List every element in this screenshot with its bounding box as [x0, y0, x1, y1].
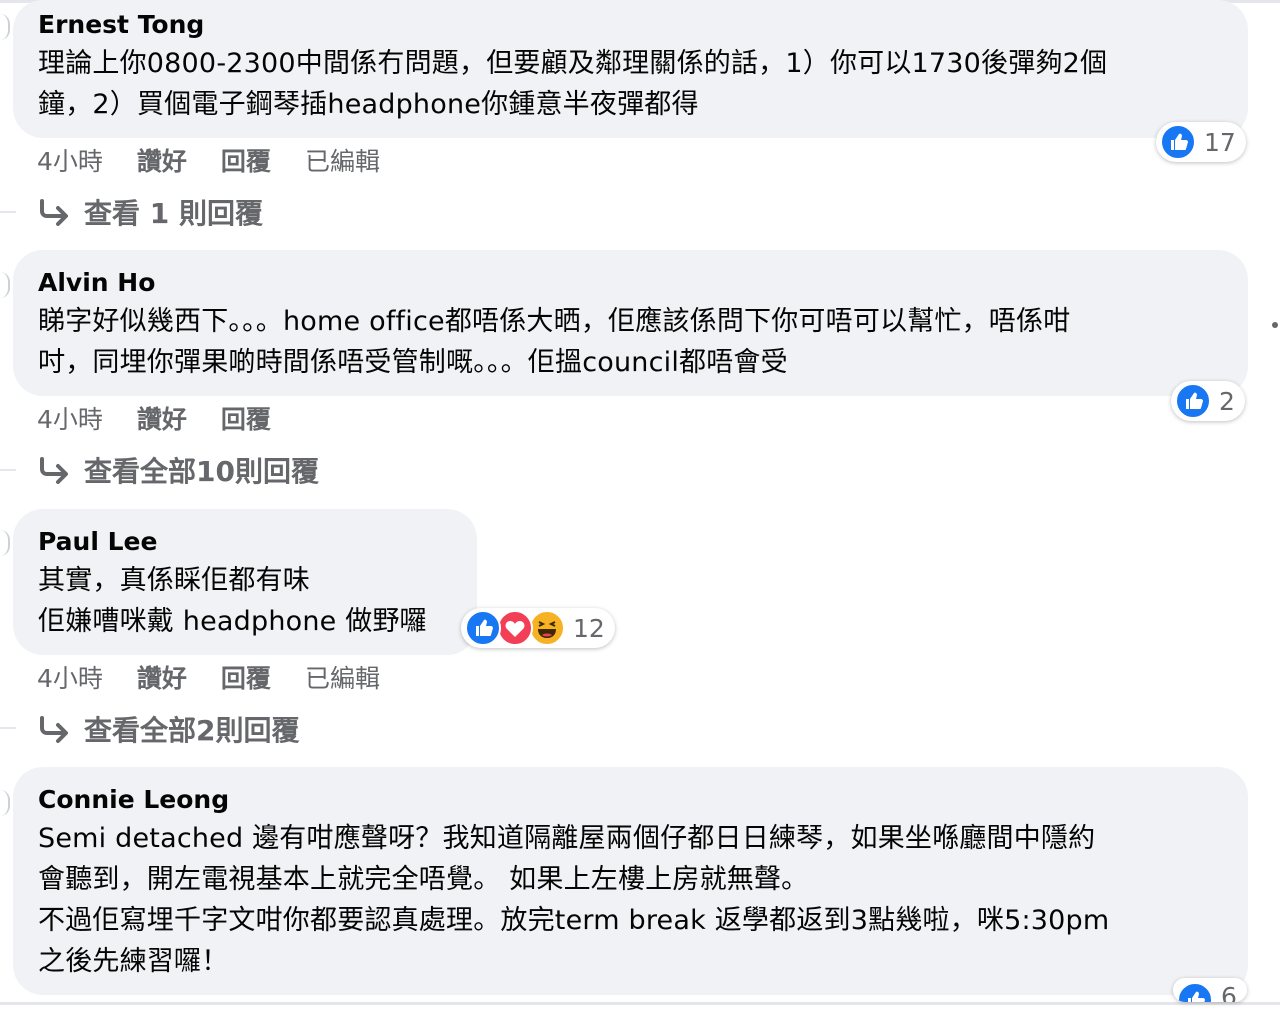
- comment-bubble: Ernest Tong 理論上你0800-2300中間係冇問題，但要顧及鄰理關係…: [13, 0, 1248, 138]
- reply-arrow-icon: [40, 457, 68, 484]
- edited-label[interactable]: 已編輯: [305, 142, 380, 178]
- like-reaction-icon: [1177, 982, 1213, 1002]
- comment-author[interactable]: Connie Leong: [38, 785, 1224, 815]
- bottom-divider: [0, 1002, 1280, 1005]
- comment-text: 其實，真係睬佢都有味 佢嫌嘈咪戴 headphone 做野囉: [38, 565, 427, 637]
- reaction-summary[interactable]: 2: [1171, 381, 1245, 421]
- haha-reaction-icon: [529, 610, 565, 646]
- comment-time[interactable]: 4小時: [37, 659, 103, 695]
- love-reaction-icon: [497, 610, 533, 646]
- view-replies-link[interactable]: 查看全部10則回覆: [38, 450, 319, 490]
- comment-author[interactable]: Paul Lee: [38, 527, 453, 557]
- like-reaction-icon: [465, 610, 501, 646]
- view-replies-link[interactable]: 查看全部2則回覆: [38, 709, 299, 749]
- reply-button[interactable]: 回覆: [221, 400, 271, 436]
- reply-arrow-icon: [40, 716, 68, 743]
- thread-line-edge: [0, 272, 10, 298]
- comment-bubble: Paul Lee 其實，真係睬佢都有味 佢嫌嘈咪戴 headphone 做野囉: [13, 509, 477, 655]
- like-button[interactable]: 讚好: [137, 142, 187, 178]
- comment-meta: 4小時 讚好 回覆: [37, 400, 305, 436]
- like-button[interactable]: 讚好: [137, 400, 187, 436]
- thread-line-edge: [0, 14, 10, 40]
- thread-line-edge: [0, 530, 10, 556]
- edited-label[interactable]: 已編輯: [305, 659, 380, 695]
- thread-tick: [0, 211, 16, 213]
- comment-time[interactable]: 4小時: [37, 400, 103, 436]
- comment-author[interactable]: Alvin Ho: [38, 268, 1224, 298]
- like-reaction-icon: [1175, 383, 1211, 419]
- comment-text: 睇字好似幾西下。。。home office都唔係大晒，佢應該係問下你可唔可以幫忙…: [38, 306, 1071, 378]
- comment-bubble: Connie Leong Semi detached 邊有咁應聲呀？我知道隔離屋…: [13, 767, 1248, 995]
- comment-meta: 4小時 讚好 回覆 已編輯: [37, 659, 414, 695]
- scroll-indicator-dot: [1272, 322, 1278, 328]
- reply-button[interactable]: 回覆: [221, 659, 271, 695]
- reaction-summary[interactable]: 6: [1173, 978, 1247, 1002]
- thread-line-edge: [0, 790, 10, 816]
- reaction-summary[interactable]: 17: [1156, 122, 1246, 162]
- like-button[interactable]: 讚好: [137, 659, 187, 695]
- comment-author[interactable]: Ernest Tong: [38, 10, 1224, 40]
- thread-tick: [0, 469, 16, 471]
- comment-text: 理論上你0800-2300中間係冇問題，但要顧及鄰理關係的話，1）你可以1730…: [38, 48, 1108, 120]
- view-replies-link[interactable]: 查看 1 則回覆: [38, 192, 263, 232]
- comment-bubble: Alvin Ho 睇字好似幾西下。。。home office都唔係大晒，佢應該係…: [13, 250, 1248, 396]
- reaction-summary[interactable]: 12: [461, 608, 615, 648]
- reply-arrow-icon: [40, 199, 68, 226]
- like-reaction-icon: [1160, 124, 1196, 160]
- comment-time[interactable]: 4小時: [37, 142, 103, 178]
- comment-meta: 4小時 讚好 回覆 已編輯: [37, 142, 414, 178]
- comment-text: Semi detached 邊有咁應聲呀？我知道隔離屋兩個仔都日日練琴，如果坐喺…: [38, 823, 1110, 977]
- reply-button[interactable]: 回覆: [221, 142, 271, 178]
- thread-tick: [0, 727, 16, 729]
